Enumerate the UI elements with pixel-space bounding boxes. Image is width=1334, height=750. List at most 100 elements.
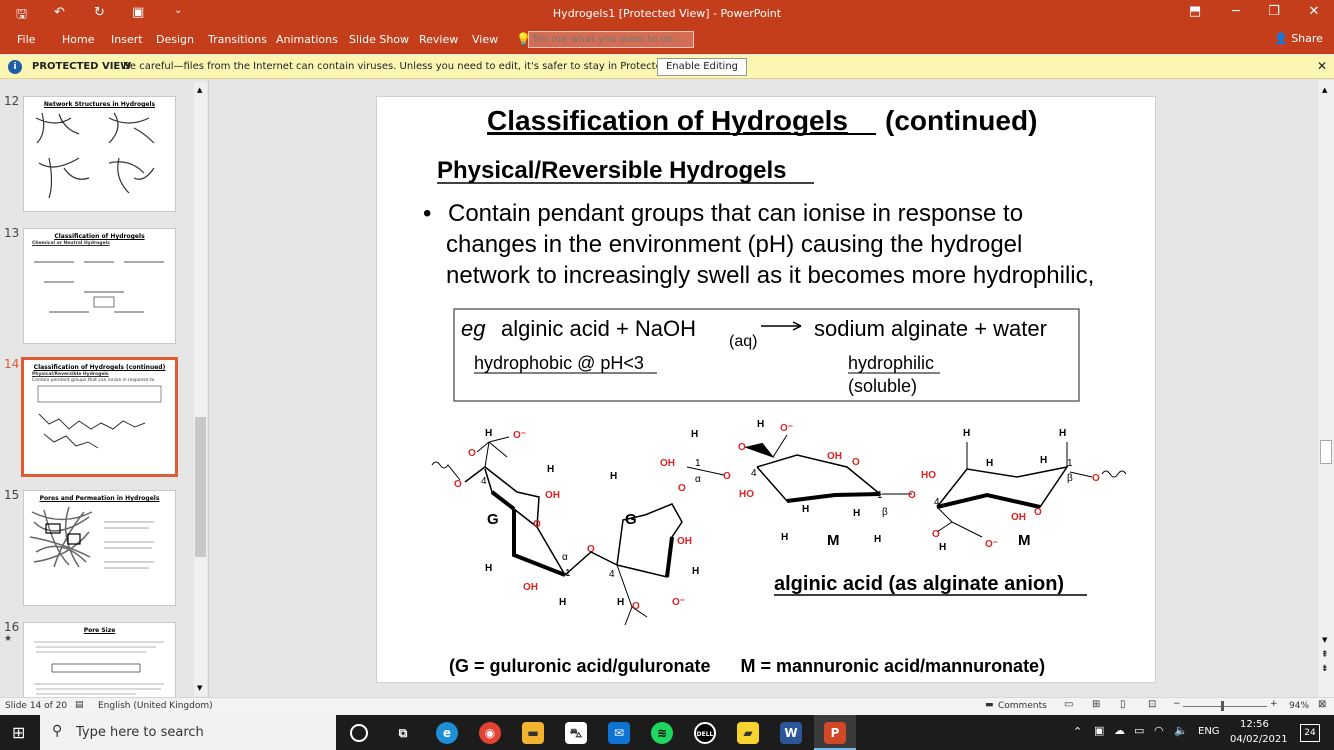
svg-text:H: H [610,471,617,482]
spelling-icon[interactable]: ▤ [75,700,84,710]
share-button[interactable]: 👤 Share [1274,32,1323,45]
battery-icon[interactable]: ▭ [1134,724,1144,737]
scroll-up-icon[interactable]: ▲ [197,86,202,94]
tab-animations[interactable]: Animations [276,33,338,46]
notification-center-icon[interactable]: 24 [1300,724,1320,742]
taskbar-search-box[interactable]: ⚲ Type here to search [40,715,336,750]
cortana-icon[interactable] [350,724,368,742]
edge-icon[interactable]: e [436,722,458,744]
slide[interactable]: Classification of Hydrogels (continued) … [376,96,1156,683]
tab-insert[interactable]: Insert [111,33,143,46]
slide-thumbnail-12[interactable]: Network Structures in Hydrogels [23,96,176,212]
svg-text:H: H [691,429,698,440]
svg-text:O: O [1034,507,1042,518]
volume-icon[interactable]: 🔈 [1174,724,1188,737]
spotify-icon[interactable]: ≋ [651,722,673,744]
slide-content: Classification of Hydrogels (continued) … [423,105,1127,676]
slide-thumbnail-16[interactable]: Pore Size [23,622,176,697]
tell-me-input[interactable] [528,31,694,48]
scroll-up-icon[interactable]: ▲ [1322,86,1327,94]
clock-time[interactable]: 12:56 [1240,719,1269,730]
normal-view-icon[interactable]: ▭ [1064,699,1073,710]
enable-editing-button[interactable]: Enable Editing [657,58,747,76]
ribbon-tabs: File Home Insert Design Transitions Anim… [0,28,1334,54]
reading-view-icon[interactable]: ▯ [1120,699,1126,710]
tab-review[interactable]: Review [419,33,458,46]
thumbnail-scrollbar[interactable]: ▲ ▼ [194,82,207,696]
slide-sorter-icon[interactable]: ⊞ [1092,699,1100,710]
tab-slide-show[interactable]: Slide Show [349,33,409,46]
slide-show-icon[interactable]: ⊡ [1148,699,1156,710]
windows-start-icon[interactable]: ⊞ [12,723,25,742]
tab-view[interactable]: View [472,33,498,46]
svg-text:O⁻: O⁻ [780,423,793,434]
zoom-in-icon[interactable]: + [1270,699,1278,709]
svg-text:HO: HO [739,489,754,500]
chrome-icon[interactable]: ◉ [479,722,501,744]
svg-text:H: H [485,563,492,574]
task-view-icon[interactable]: ⧉ [392,722,414,744]
maximize-button[interactable]: ❐ [1259,4,1289,19]
zoom-level[interactable]: 94% [1289,701,1309,711]
svg-text:O: O [723,471,731,482]
tab-transitions[interactable]: Transitions [208,33,267,46]
slide-thumbnail-14[interactable]: Classification of Hydrogels (continued) … [21,357,178,477]
ribbon-display-icon[interactable]: ⬒ [1180,4,1210,19]
svg-text:OH: OH [660,458,675,469]
tab-design[interactable]: Design [156,33,194,46]
slide-thumbnail-15[interactable]: Pores and Permeation in Hydrogels [23,490,176,606]
scroll-thumb[interactable] [1320,440,1332,464]
slide-subtitle: Physical/Reversible Hydrogels [437,157,787,184]
bullet-dot: • [423,200,431,227]
eq-subscript: (aq) [729,333,757,350]
scroll-thumb[interactable] [195,417,206,557]
word-icon[interactable]: W [780,722,802,744]
previous-slide-icon[interactable]: ⇞ [1321,650,1329,660]
mail-icon[interactable]: ✉ [608,722,630,744]
onedrive-icon[interactable]: ☁ [1114,724,1125,737]
thumbnail-subtitle: Chemical or Neutral Hydrogels [32,241,110,246]
bullet-line-2: changes in the environment (pH) causing … [446,231,1022,258]
info-icon: i [8,60,22,74]
scroll-down-icon[interactable]: ▼ [1322,636,1327,644]
pore-network-thumb [29,506,154,569]
zoom-slider[interactable] [1183,706,1267,707]
slide-scrollbar[interactable]: ▲ ▼ ⇞ ⇟ [1318,80,1334,697]
slide-thumbnail-13[interactable]: Classification of Hydrogels Chemical or … [23,228,176,344]
clock-date[interactable]: 04/02/2021 [1230,734,1288,745]
svg-text:M: M [1018,532,1031,549]
dell-icon[interactable]: DELL [694,722,716,744]
meet-now-icon[interactable]: ▣ [1094,724,1104,737]
show-hidden-icons[interactable]: ⌃ [1073,725,1082,738]
thumbnail-title: Network Structures in Hydrogels [43,101,156,108]
zoom-out-icon[interactable]: − [1173,699,1181,709]
zoom-slider-thumb[interactable] [1221,701,1224,711]
close-icon[interactable]: ✕ [1317,59,1327,73]
store-icon[interactable]: ⛍ [565,722,587,744]
svg-text:O: O [533,519,541,530]
tab-file[interactable]: File [17,33,35,46]
language-indicator[interactable]: English (United Kingdom) [98,701,213,711]
close-button[interactable]: ✕ [1299,4,1329,19]
svg-text:O⁻: O⁻ [985,539,998,550]
svg-text:OH: OH [545,490,560,501]
comments-button[interactable]: Comments [998,701,1047,711]
language-indicator-taskbar[interactable]: ENG [1198,726,1220,737]
protected-view-title: PROTECTED VIEW [32,61,132,72]
file-explorer-icon[interactable]: ▬ [522,722,544,744]
powerpoint-taskbar-button[interactable]: P [814,715,856,750]
scroll-down-icon[interactable]: ▼ [197,684,202,692]
svg-text:1: 1 [695,458,701,469]
svg-text:H: H [1040,455,1047,466]
next-slide-icon[interactable]: ⇟ [1321,664,1329,674]
svg-text:H: H [963,428,970,439]
svg-text:O: O [852,457,860,468]
fit-to-window-icon[interactable]: ⊠ [1318,699,1326,710]
status-bar: Slide 14 of 20 ▤ English (United Kingdom… [0,697,1334,715]
sticky-notes-icon[interactable]: ▰ [737,722,759,744]
svg-text:G: G [487,511,499,528]
wifi-icon[interactable]: ◠ [1154,724,1164,737]
minimize-button[interactable]: ─ [1221,4,1251,19]
tab-home[interactable]: Home [62,33,94,46]
alginic-acid-caption: alginic acid (as alginate anion) [774,573,1064,595]
